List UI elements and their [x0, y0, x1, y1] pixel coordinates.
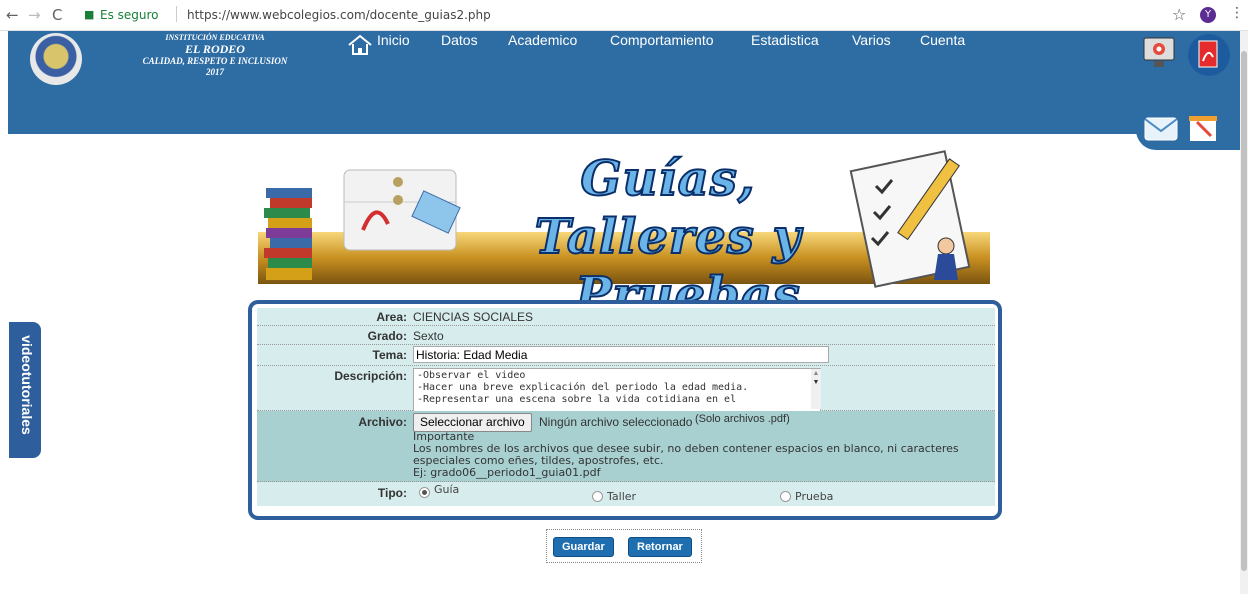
guide-form: Area: CIENCIAS SOCIALES Grado: Sexto Tem… [248, 300, 1002, 520]
menu-comportamiento[interactable]: Comportamiento [610, 32, 714, 48]
radio-taller-label: Taller [607, 490, 637, 503]
menu-varios[interactable]: Varios [852, 32, 891, 48]
file-status: Ningún archivo seleccionado [539, 415, 693, 429]
back-arrow-icon[interactable]: ← [6, 6, 19, 24]
profile-avatar[interactable]: Y [1200, 7, 1216, 23]
monitor-icon[interactable] [1140, 36, 1180, 72]
videotutoriales-tab[interactable]: videotutoriales [9, 322, 41, 458]
school-line-2: EL RODEO [185, 42, 245, 56]
menu-datos[interactable]: Datos [441, 32, 478, 48]
file-hint: (Solo archivos .pdf) [695, 413, 790, 425]
menu-estadistica[interactable]: Estadistica [751, 32, 819, 48]
page-scrollbar[interactable] [1240, 31, 1248, 594]
radio-prueba-label: Prueba [795, 490, 834, 503]
pdf-icon[interactable] [1185, 33, 1233, 77]
descripcion-row: Descripción: -Observar el video -Hacer u… [257, 366, 995, 412]
area-row: Area: CIENCIAS SOCIALES [257, 308, 995, 326]
school-name: INSTITUCIÓN EDUCATIVA EL RODEO CALIDAD, … [110, 32, 320, 78]
school-line-4: 2017 [206, 67, 224, 77]
home-icon[interactable] [347, 34, 373, 56]
descripcion-line-2: -Hacer una breve explicación del periodo… [417, 382, 749, 393]
grado-value: Sexto [413, 329, 444, 343]
banner-title: Guías, Talleres y Pruebas [478, 150, 858, 324]
mail-icon[interactable] [1143, 114, 1179, 144]
tema-label: Tema: [372, 348, 407, 362]
address-bar[interactable]: https://www.webcolegios.com/docente_guia… [187, 8, 491, 22]
archivo-row: Archivo: Seleccionar archivo Ningún arch… [257, 411, 995, 482]
radio-prueba[interactable] [780, 491, 791, 502]
tipo-label: Tipo: [377, 486, 407, 500]
area-value: CIENCIAS SOCIALES [413, 310, 534, 324]
pdf-folder-illustration [343, 169, 461, 251]
menu-cuenta[interactable]: Cuenta [920, 32, 965, 48]
form-actions: Guardar Retornar [546, 529, 702, 563]
book-stack-illustration [264, 188, 312, 280]
descripcion-line-3: -Representar una escena sobre la vida co… [417, 394, 737, 405]
tema-row: Tema: [257, 345, 995, 366]
radio-guia-label: Guía [434, 483, 460, 496]
bookmark-star-icon[interactable]: ☆ [1172, 5, 1186, 24]
forward-arrow-icon[interactable]: → [28, 6, 41, 24]
scroll-down-icon[interactable]: ▼ [811, 378, 821, 387]
save-button[interactable]: Guardar [553, 537, 614, 557]
archivo-label: Archivo: [358, 415, 407, 429]
grado-row: Grado: Sexto [257, 326, 995, 345]
browser-toolbar: ← → C ■ Es seguro https://www.webcolegio… [0, 0, 1248, 31]
descripcion-textarea[interactable]: -Observar el video -Hacer una breve expl… [413, 368, 821, 412]
radio-taller[interactable] [592, 491, 603, 502]
scroll-up-icon[interactable]: ▲ [811, 369, 821, 378]
tipo-row: Tipo: Guía Taller Prueba [257, 482, 995, 506]
lock-icon: ■ [84, 8, 95, 21]
menu-inicio[interactable]: Inicio [377, 32, 410, 48]
grado-label: Grado: [367, 329, 407, 343]
url-separator [176, 6, 177, 22]
notepad-icon[interactable] [1185, 112, 1223, 146]
tema-input[interactable] [413, 346, 829, 363]
descripcion-line-1: -Observar el video [417, 370, 526, 381]
school-line-3: CALIDAD, RESPETO E INCLUSION [142, 56, 288, 66]
browser-menu-icon[interactable]: ⋮ [1230, 5, 1244, 21]
secure-label: Es seguro [100, 8, 159, 22]
videotutoriales-label: videotutoriales [19, 335, 35, 435]
descripcion-label: Descripción: [334, 369, 407, 383]
banner-title-line1: Guías, Talleres y [534, 150, 802, 266]
school-logo [30, 33, 82, 85]
back-button[interactable]: Retornar [628, 537, 692, 557]
note-line-3: Ej: grado06__periodo1_guia01.pdf [413, 466, 601, 479]
radio-guia[interactable] [419, 487, 430, 498]
scrollbar-thumb[interactable] [1241, 51, 1247, 571]
menu-academico[interactable]: Academico [508, 32, 577, 48]
reload-icon[interactable]: C [52, 6, 62, 24]
area-label: Area: [376, 310, 407, 324]
descripcion-scrollbar[interactable]: ▲ ▼ [811, 369, 821, 409]
